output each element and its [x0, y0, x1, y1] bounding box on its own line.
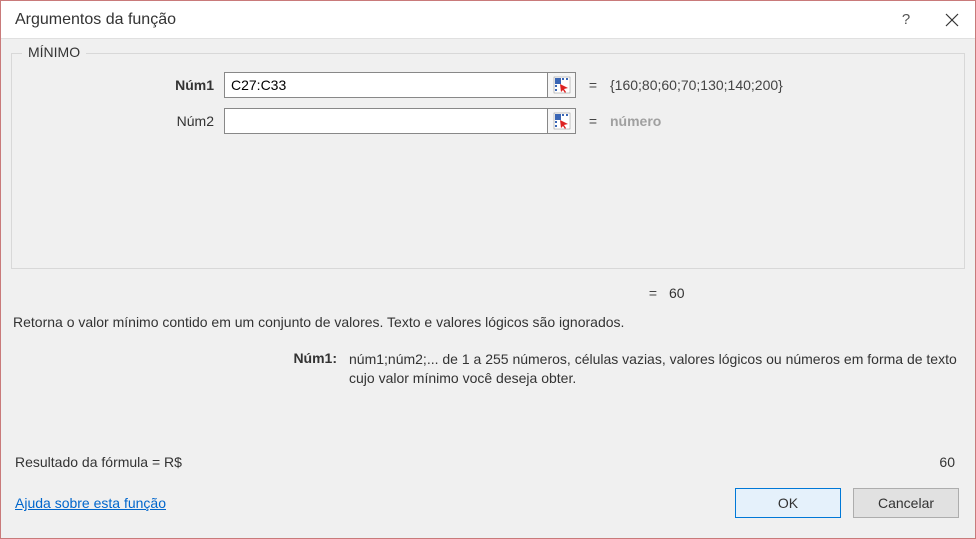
parameter-name: Núm1:	[13, 350, 349, 389]
function-description: Retorna o valor mínimo contido em um con…	[11, 311, 965, 346]
function-name: MÍNIMO	[22, 44, 86, 60]
inline-result-value: 60	[669, 285, 685, 301]
argument-row: Núm1 = {160;80;60;70;130;140;200	[24, 72, 952, 98]
argument-preview-placeholder: número	[610, 113, 661, 129]
equals-sign: =	[576, 113, 610, 129]
equals-sign: =	[576, 77, 610, 93]
argument-label: Núm2	[24, 113, 224, 129]
argument-input-num1[interactable]	[224, 72, 548, 98]
collapse-dialog-button[interactable]	[548, 108, 576, 134]
parameter-description-row: Núm1: núm1;núm2;... de 1 a 255 números, …	[11, 346, 965, 399]
formula-result-value: 60	[182, 454, 961, 470]
cancel-button[interactable]: Cancelar	[853, 488, 959, 518]
close-icon	[945, 13, 959, 27]
help-button[interactable]: ?	[883, 1, 929, 39]
close-button[interactable]	[929, 1, 975, 39]
equals-sign: =	[11, 285, 669, 301]
ok-button[interactable]: OK	[735, 488, 841, 518]
argument-row: Núm2 = número	[24, 108, 952, 134]
titlebar: Argumentos da função ?	[1, 1, 975, 39]
formula-result-label: Resultado da fórmula = R$	[15, 454, 182, 470]
function-arguments-dialog: Argumentos da função ? MÍNIMO Núm1	[0, 0, 976, 539]
help-icon: ?	[902, 11, 910, 28]
formula-result-row: Resultado da fórmula = R$ 60	[11, 448, 965, 484]
argument-input-num2[interactable]	[224, 108, 548, 134]
range-select-icon	[553, 112, 571, 130]
help-link[interactable]: Ajuda sobre esta função	[15, 495, 166, 511]
dialog-title: Argumentos da função	[15, 11, 883, 29]
arguments-fieldset: MÍNIMO Núm1 = {1	[11, 53, 965, 269]
argument-input-wrap	[224, 72, 576, 98]
argument-label: Núm1	[24, 77, 224, 93]
range-select-icon	[553, 76, 571, 94]
argument-preview: {160;80;60;70;130;140;200}	[610, 77, 783, 93]
collapse-dialog-button[interactable]	[548, 72, 576, 98]
parameter-text: núm1;núm2;... de 1 a 255 números, célula…	[349, 350, 963, 389]
spacer	[11, 399, 965, 448]
dialog-content: MÍNIMO Núm1 = {1	[1, 39, 975, 538]
argument-input-wrap	[224, 108, 576, 134]
inline-result-row: = 60	[11, 283, 965, 311]
dialog-footer: Ajuda sobre esta função OK Cancelar	[11, 484, 965, 528]
